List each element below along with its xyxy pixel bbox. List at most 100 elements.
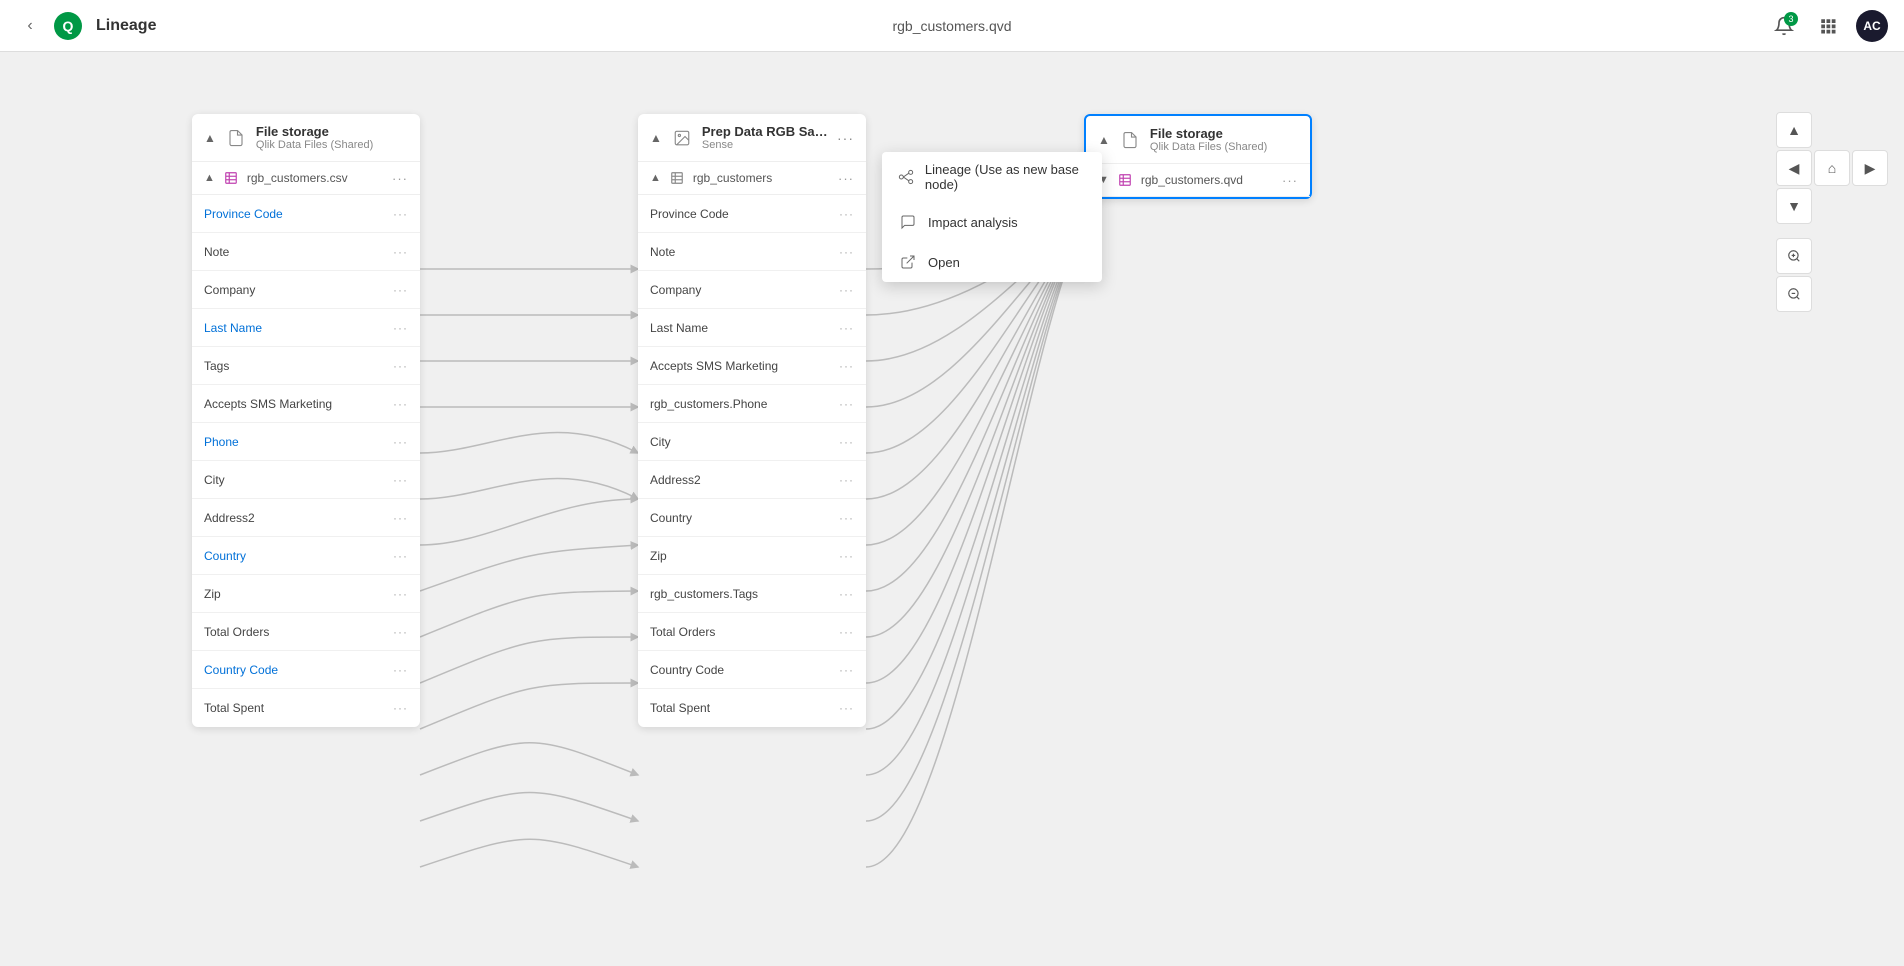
node-header-csv: ▲ File storage Qlik Data Files (Shared) — [192, 114, 420, 162]
collapse-btn-qvd[interactable]: ▲ — [1098, 133, 1110, 147]
nav-controls: ▲ ◀ ⌂ ▶ ▼ — [1776, 112, 1888, 312]
field-more[interactable]: ··· — [393, 701, 408, 715]
field-more[interactable]: ··· — [393, 473, 408, 487]
collapse-btn-csv[interactable]: ▲ — [204, 131, 216, 145]
field-more[interactable]: ··· — [839, 473, 854, 487]
field-more[interactable]: ··· — [393, 359, 408, 373]
field-more[interactable]: ··· — [393, 435, 408, 449]
table-icon-csv — [221, 168, 241, 188]
field-name: Country Code — [204, 663, 393, 677]
section-more-csv[interactable]: ··· — [392, 171, 408, 186]
field-row-countrycode-csv: Country Code ··· — [192, 651, 420, 689]
field-more[interactable]: ··· — [393, 625, 408, 639]
field-more[interactable]: ··· — [839, 625, 854, 639]
nav-left-button[interactable]: ◀ — [1776, 150, 1812, 186]
node-subtitle-csv: Qlik Data Files (Shared) — [256, 139, 408, 151]
nav-right-button[interactable]: ▶ — [1852, 150, 1888, 186]
field-more[interactable]: ··· — [839, 511, 854, 525]
field-name: Last Name — [204, 321, 393, 335]
section-name-csv: rgb_customers.csv — [247, 171, 386, 185]
menu-item-open[interactable]: Open — [882, 242, 1102, 282]
field-more[interactable]: ··· — [839, 245, 854, 259]
notifications-button[interactable]: 3 — [1768, 10, 1800, 42]
open-menu-icon — [898, 252, 918, 272]
field-row-province-code-csv: Province Code ··· — [192, 195, 420, 233]
file-icon-csv — [224, 126, 248, 150]
field-more[interactable]: ··· — [839, 283, 854, 297]
field-name: Zip — [650, 549, 839, 563]
field-more[interactable]: ··· — [393, 511, 408, 525]
nav-down-button[interactable]: ▼ — [1776, 188, 1812, 224]
field-more[interactable]: ··· — [839, 397, 854, 411]
field-more[interactable]: ··· — [839, 549, 854, 563]
menu-item-impact[interactable]: Impact analysis — [882, 202, 1102, 242]
file-icon-qvd — [1118, 128, 1142, 152]
zoom-in-button[interactable] — [1776, 238, 1812, 274]
collapse-btn-prep[interactable]: ▲ — [650, 131, 662, 145]
main-canvas: ▲ File storage Qlik Data Files (Shared) … — [0, 52, 1904, 966]
node-titles-prep: Prep Data RGB Sales A... Sense — [702, 124, 829, 151]
node-more-prep[interactable]: ··· — [837, 130, 854, 146]
user-avatar[interactable]: AC — [1856, 10, 1888, 42]
image-icon-prep — [670, 126, 694, 150]
field-more[interactable]: ··· — [393, 663, 408, 677]
section-collapse-csv[interactable]: ▲ — [204, 172, 215, 184]
section-collapse-prep[interactable]: ▲ — [650, 172, 661, 184]
field-more[interactable]: ··· — [393, 587, 408, 601]
field-more[interactable]: ··· — [393, 397, 408, 411]
field-name: Company — [650, 283, 839, 297]
menu-label-impact: Impact analysis — [928, 215, 1018, 230]
zoom-out-button[interactable] — [1776, 276, 1812, 312]
field-name: Total Spent — [204, 701, 393, 715]
nav-home-button[interactable]: ⌂ — [1814, 150, 1850, 186]
field-name: rgb_customers.Phone — [650, 397, 839, 411]
section-header-csv: ▲ rgb_customers.csv ··· — [192, 162, 420, 195]
section-header-qvd: ▼ rgb_customers.qvd ··· — [1086, 164, 1310, 197]
notification-badge: 3 — [1784, 12, 1798, 26]
field-row-sms-csv: Accepts SMS Marketing ··· — [192, 385, 420, 423]
field-name: Accepts SMS Marketing — [650, 359, 839, 373]
field-more[interactable]: ··· — [839, 359, 854, 373]
field-more[interactable]: ··· — [393, 283, 408, 297]
field-row-province-prep: Province Code ··· — [638, 195, 866, 233]
field-more[interactable]: ··· — [393, 321, 408, 335]
field-more[interactable]: ··· — [839, 663, 854, 677]
field-row-tags-csv: Tags ··· — [192, 347, 420, 385]
field-more[interactable]: ··· — [393, 245, 408, 259]
field-more[interactable]: ··· — [393, 549, 408, 563]
nav-up-button[interactable]: ▲ — [1776, 112, 1812, 148]
field-name: Phone — [204, 435, 393, 449]
field-more[interactable]: ··· — [839, 321, 854, 335]
node-subtitle-qvd: Qlik Data Files (Shared) — [1150, 141, 1298, 153]
field-name: Accepts SMS Marketing — [204, 397, 393, 411]
field-more[interactable]: ··· — [393, 207, 408, 221]
field-more[interactable]: ··· — [839, 587, 854, 601]
field-row-zip-csv: Zip ··· — [192, 575, 420, 613]
field-name: City — [204, 473, 393, 487]
field-more[interactable]: ··· — [839, 701, 854, 715]
back-button[interactable]: ‹ — [16, 12, 44, 40]
apps-button[interactable] — [1812, 10, 1844, 42]
topbar: ‹ Q Lineage rgb_customers.qvd 3 AC — [0, 0, 1904, 52]
field-row-country-csv: Country ··· — [192, 537, 420, 575]
section-more-qvd[interactable]: ··· — [1282, 173, 1298, 188]
field-name: Zip — [204, 587, 393, 601]
field-more[interactable]: ··· — [839, 435, 854, 449]
field-row-country-prep: Country ··· — [638, 499, 866, 537]
section-more-prep[interactable]: ··· — [838, 171, 854, 186]
node-header-qvd: ▲ File storage Qlik Data Files (Shared) — [1086, 116, 1310, 164]
field-row-totalspent-prep: Total Spent ··· — [638, 689, 866, 727]
field-more[interactable]: ··· — [839, 207, 854, 221]
menu-item-lineage[interactable]: Lineage (Use as new base node) — [882, 152, 1102, 202]
svg-text:Q: Q — [63, 18, 74, 34]
field-name: Total Orders — [204, 625, 393, 639]
section-name-prep: rgb_customers — [693, 171, 832, 185]
field-row-lastname-csv: Last Name ··· — [192, 309, 420, 347]
menu-label-lineage: Lineage (Use as new base node) — [925, 162, 1086, 192]
field-name: Note — [204, 245, 393, 259]
field-row-totalorders-prep: Total Orders ··· — [638, 613, 866, 651]
node-subtitle-prep: Sense — [702, 139, 829, 151]
qlik-logo: Q — [52, 10, 84, 42]
node-titles-qvd: File storage Qlik Data Files (Shared) — [1150, 126, 1298, 153]
section-header-prep: ▲ rgb_customers ··· — [638, 162, 866, 195]
